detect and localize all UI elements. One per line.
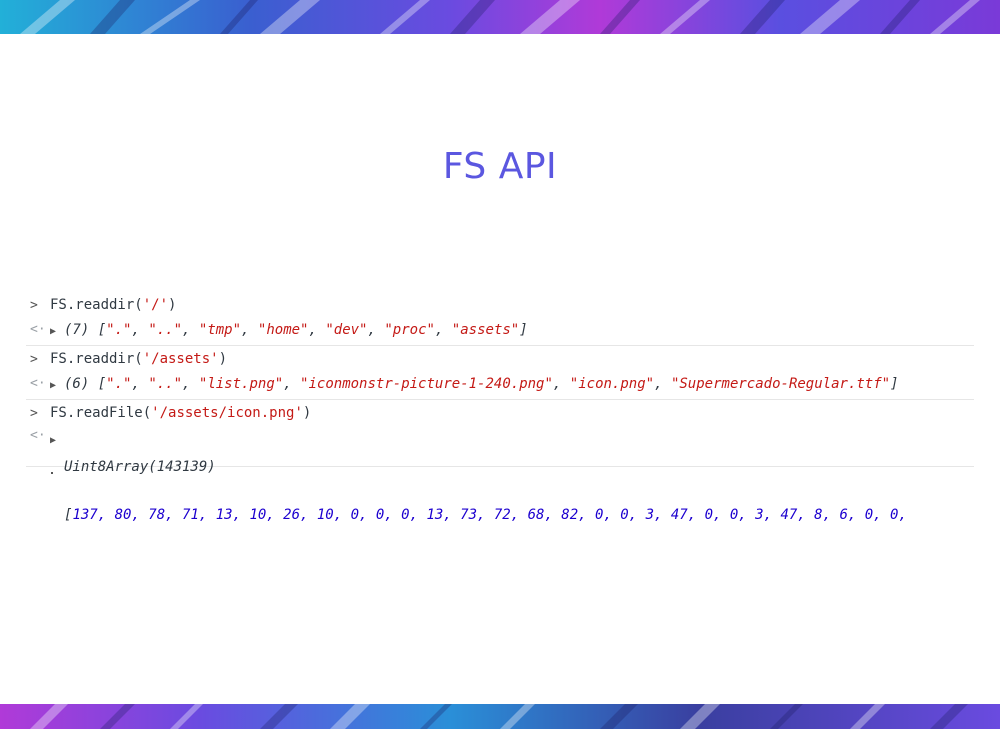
array-item: "dev" [325,322,368,338]
output-prompt-icon: <· [30,428,46,443]
console-output-array: ▶ (7) [".", "..", "tmp", "home", "dev", "… [50,322,528,338]
typed-array-values-line: [137, 80, 78, 71, 13, 10, 26, 10, 0, 0, … [64,507,907,523]
console-output-row: <· ▶ (6) [".", "..", "list.png", "iconmon… [26,373,974,400]
typed-array-values: 137, 80, 78, 71, 13, 10, 26, 10, 0, 0, 0… [72,507,907,523]
code-text: ) [218,351,228,367]
array-item: ".." [148,322,183,338]
bottom-decorative-band [0,704,1000,729]
expand-triangle-icon[interactable]: ▶ [50,380,64,391]
code-string: '/' [142,297,169,313]
array-item: "home" [257,322,309,338]
top-decorative-band [0,0,1000,34]
console-input-code: FS.readFile('/assets/icon.png') [50,400,974,421]
array-item: "." [106,322,132,338]
input-prompt-icon: > [30,406,38,421]
console-input-row: > FS.readFile('/assets/icon.png') [26,400,974,427]
code-text: ) [168,297,177,313]
console-output-array: ▶ (6) [".", "..", "list.png", "iconmonstr… [50,376,899,392]
array-item: "." [106,376,132,392]
array-count: (6) [64,376,90,392]
input-prompt-icon: > [30,352,38,367]
code-text: FS.readFile( [50,405,152,421]
expand-triangle-icon[interactable]: ▶ [50,435,64,446]
console-input-row: > FS.readdir('/assets') [26,346,974,373]
array-item: "proc" [384,322,435,338]
slide-title: FS API [442,146,558,187]
console-input-row: > FS.readdir('/') [26,292,974,319]
array-item: "iconmonstr-picture-1-240.png" [300,376,553,392]
array-item: "tmp" [198,322,242,338]
array-item: ".." [148,376,183,392]
console-output-typed-array: ▶ Uint8Array(143139) [137, 80, 78, 71, 1… [50,427,974,555]
console-output-row: <· ▶ Uint8Array(143139) [137, 80, 78, 71… [26,427,974,523]
array-item: "icon.png" [569,376,655,392]
array-item: "list.png" [198,376,284,392]
output-prompt-icon: <· [30,322,46,337]
console-input-code: FS.readdir('/assets') [50,346,974,367]
array-item: "Supermercado-Regular.ttf" [670,376,891,392]
array-count: (7) [64,322,90,338]
expand-triangle-icon[interactable]: ▶ [50,326,64,337]
console-output-row: <· ▶ (7) [".", "..", "tmp", "home", "dev"… [26,319,974,346]
devtools-console: > FS.readdir('/') <· ▶ (7) [".", "..", "t… [26,292,974,523]
code-string: '/assets/icon.png' [151,405,303,421]
code-text: ) [302,405,312,421]
typed-array-label: Uint8Array(143139) [64,459,216,475]
input-prompt-icon: > [30,298,38,313]
code-text: FS.readdir( [50,297,143,313]
code-text: FS.readdir( [50,351,143,367]
array-item: "assets" [451,322,520,338]
code-string: '/assets' [142,351,219,367]
console-caret[interactable] [51,472,53,474]
console-input-code: FS.readdir('/') [50,292,974,313]
output-prompt-icon: <· [30,376,46,391]
